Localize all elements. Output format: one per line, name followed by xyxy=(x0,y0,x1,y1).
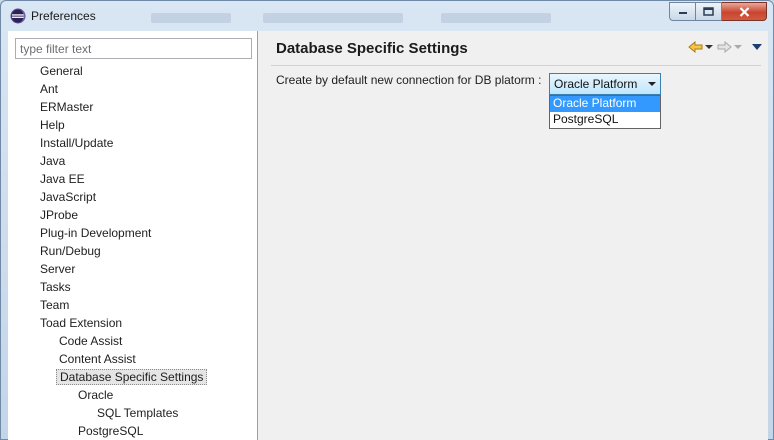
tree-item[interactable]: ERMaster xyxy=(8,98,257,116)
platform-option[interactable]: PostgreSQL xyxy=(550,112,660,128)
tree-item-label: General xyxy=(40,64,83,78)
tree-item-label: JavaScript xyxy=(40,190,97,204)
chevron-down-icon[interactable] xyxy=(644,82,660,86)
view-menu-icon[interactable] xyxy=(752,44,762,50)
tree-item[interactable]: Oracle xyxy=(8,386,257,404)
tree-item[interactable]: Server xyxy=(8,260,257,278)
platform-combo[interactable]: Oracle Platform xyxy=(549,73,661,95)
title-background-decoration xyxy=(441,13,551,23)
title-background-decoration xyxy=(151,13,231,23)
tree-item[interactable]: Run/Debug xyxy=(8,242,257,260)
close-button[interactable] xyxy=(722,2,767,21)
tree-item[interactable]: Ant xyxy=(8,80,257,98)
back-arrow-icon xyxy=(688,41,703,53)
tree-item[interactable]: Java xyxy=(8,152,257,170)
tree-item[interactable]: Java EE xyxy=(8,170,257,188)
platform-option[interactable]: Oracle Platform xyxy=(550,96,660,112)
default-platform-setting: Create by default new connection for DB … xyxy=(276,73,541,87)
tree-item-label: SQL Templates xyxy=(97,406,179,420)
eclipse-icon xyxy=(10,8,26,24)
page-header: Database Specific Settings xyxy=(263,31,768,65)
tree-item[interactable]: SQL Templates xyxy=(8,404,257,422)
forward-arrow-icon xyxy=(717,41,732,53)
back-button[interactable] xyxy=(688,41,713,53)
close-icon xyxy=(739,6,749,17)
tree-item-label: JProbe xyxy=(40,208,79,222)
window-title: Preferences xyxy=(31,9,96,23)
tree-item[interactable]: Code Assist xyxy=(8,332,257,350)
back-history-dropdown-icon[interactable] xyxy=(705,45,713,49)
tree-item-label: Server xyxy=(40,262,76,276)
tree-item[interactable]: Install/Update xyxy=(8,134,257,152)
tree-item-label: Java xyxy=(40,154,66,168)
dialog-client-area: General Ant ERMaster Help Install/Update Java… xyxy=(8,31,768,440)
preferences-window: Preferences General Ant ERMaster Help Instal… xyxy=(0,0,774,440)
tree-item-label: ERMaster xyxy=(40,100,94,114)
minimize-button[interactable] xyxy=(669,2,696,21)
tree-item-label: Code Assist xyxy=(59,334,123,348)
tree-item-label: PostgreSQL xyxy=(78,424,144,438)
tree-item-label: Toad Extension xyxy=(40,316,123,330)
minimize-icon xyxy=(678,11,687,14)
caption-buttons xyxy=(669,2,767,21)
tree-item[interactable]: Tasks xyxy=(8,278,257,296)
tree-item-label: Run/Debug xyxy=(40,244,101,258)
platform-combo-value: Oracle Platform xyxy=(554,77,638,91)
tree-item-label: Java EE xyxy=(40,172,85,186)
title-bar[interactable]: Preferences xyxy=(1,1,773,31)
header-separator xyxy=(271,65,761,66)
tree-item[interactable]: Help xyxy=(8,116,257,134)
tree-item-label: Database Specific Settings xyxy=(56,369,208,385)
tree-item[interactable]: General xyxy=(8,62,257,80)
preference-tree: General Ant ERMaster Help Install/Update Java… xyxy=(8,62,257,440)
filter-input[interactable] xyxy=(15,38,252,59)
title-background-decoration xyxy=(263,13,403,23)
page-navigation xyxy=(688,41,762,53)
tree-item[interactable]: Team xyxy=(8,296,257,314)
tree-item[interactable]: Toad Extension xyxy=(8,314,257,332)
tree-item-label: Install/Update xyxy=(40,136,114,150)
tree-item[interactable]: Content Assist xyxy=(8,350,257,368)
tree-item-label: Content Assist xyxy=(59,352,136,366)
preference-page: Database Specific Settings Create by def… xyxy=(263,31,768,440)
tree-item[interactable]: JProbe xyxy=(8,206,257,224)
maximize-icon xyxy=(703,7,714,16)
tree-item[interactable]: PostgreSQL xyxy=(8,422,257,440)
tree-item-label: Tasks xyxy=(40,280,71,294)
preference-tree-pane: General Ant ERMaster Help Install/Update Java… xyxy=(8,31,258,440)
page-title: Database Specific Settings xyxy=(276,40,468,57)
tree-item-label: Ant xyxy=(40,82,59,96)
tree-item[interactable]: Database Specific Settings xyxy=(8,368,257,386)
tree-item[interactable]: JavaScript xyxy=(8,188,257,206)
tree-item-label: Oracle xyxy=(78,388,114,402)
forward-history-dropdown-icon[interactable] xyxy=(734,45,742,49)
forward-button[interactable] xyxy=(717,41,742,53)
platform-dropdown-list: Oracle Platform PostgreSQL xyxy=(549,95,661,129)
tree-item-label: Help xyxy=(40,118,65,132)
tree-item-label: Plug-in Development xyxy=(40,226,152,240)
maximize-button[interactable] xyxy=(696,2,722,21)
tree-item[interactable]: Plug-in Development xyxy=(8,224,257,242)
tree-item-label: Team xyxy=(40,298,70,312)
default-platform-label: Create by default new connection for DB … xyxy=(276,73,542,87)
